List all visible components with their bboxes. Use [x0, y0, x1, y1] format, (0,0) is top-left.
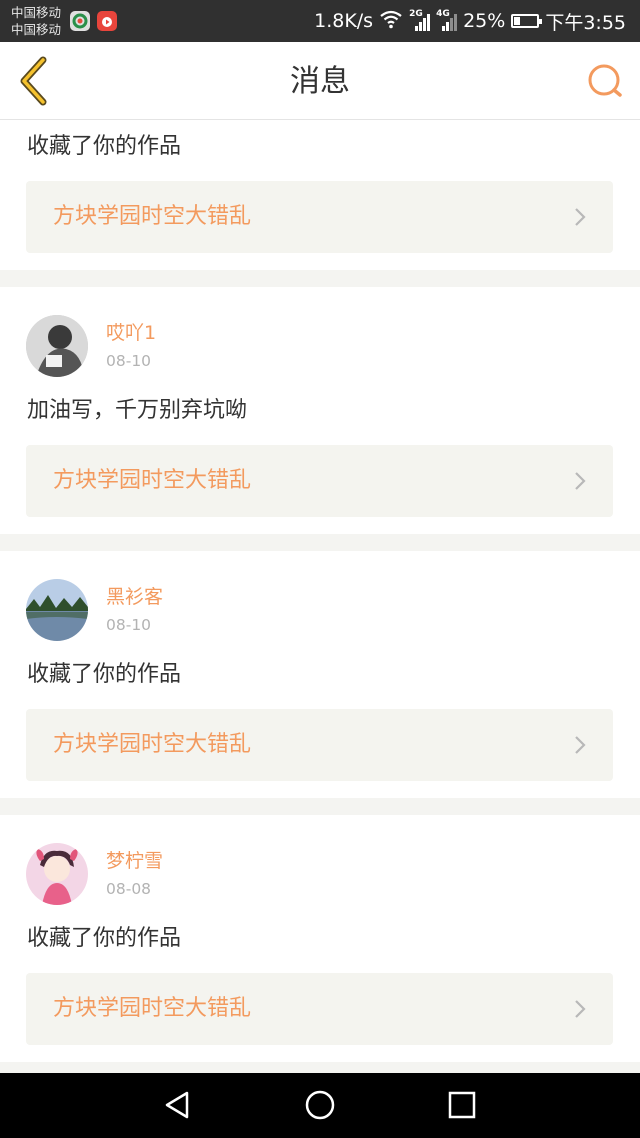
net-speed: 1.8K/s	[314, 10, 374, 32]
work-link[interactable]: 方块学园时空大错乱	[26, 709, 613, 781]
avatar[interactable]	[26, 315, 88, 377]
message-text: 加油写，千万别弃坑呦	[27, 398, 248, 423]
message-card: 收藏了你的作品 方块学园时空大错乱	[0, 120, 640, 270]
nav-back-button[interactable]	[160, 1087, 196, 1123]
page-title: 消息	[290, 64, 350, 99]
carrier-labels: 中国移动 中国移动	[11, 4, 61, 38]
card-divider	[0, 1062, 640, 1073]
work-link[interactable]: 方块学园时空大错乱	[26, 181, 613, 253]
chevron-right-icon	[573, 735, 587, 755]
recents-square-icon	[444, 1091, 480, 1127]
status-bar: 中国移动 中国移动 1.8K/s 2G 4G 25% 下午3:55	[0, 0, 640, 42]
back-triangle-icon	[160, 1091, 196, 1127]
message-date: 08-10	[106, 616, 152, 634]
work-title: 方块学园时空大错乱	[53, 468, 252, 493]
home-circle-icon	[302, 1090, 338, 1127]
work-title: 方块学园时空大错乱	[53, 996, 252, 1021]
message-text: 收藏了你的作品	[27, 134, 182, 159]
card-divider	[0, 798, 640, 815]
battery-percent: 25%	[463, 10, 506, 32]
signal-sim1-icon: 2G	[409, 9, 431, 31]
message-card: 哎吖1 08-10 加油写，千万别弃坑呦 方块学园时空大错乱	[0, 287, 640, 534]
message-list[interactable]: 收藏了你的作品 方块学园时空大错乱 哎吖1 08-10 加油写，千万别弃坑呦 方…	[0, 120, 640, 1073]
work-title: 方块学园时空大错乱	[53, 204, 252, 229]
sim2-tag: 4G	[436, 9, 450, 19]
message-date: 08-08	[106, 880, 152, 898]
battery-icon	[511, 14, 543, 28]
work-link[interactable]: 方块学园时空大错乱	[26, 973, 613, 1045]
title-bar: 消息	[0, 42, 640, 120]
carrier-2: 中国移动	[11, 22, 62, 37]
system-nav-bar	[0, 1073, 640, 1138]
message-date: 08-10	[106, 352, 152, 370]
message-text: 收藏了你的作品	[27, 926, 182, 951]
search-button[interactable]	[584, 60, 626, 102]
message-card: 梦柠雪 08-08 收藏了你的作品 方块学园时空大错乱	[0, 815, 640, 1062]
card-divider	[0, 270, 640, 287]
wifi-icon	[379, 9, 403, 34]
video-app-icon	[97, 11, 117, 31]
nav-recents-button[interactable]	[444, 1087, 480, 1123]
card-divider	[0, 534, 640, 551]
chevron-right-icon	[573, 207, 587, 227]
username[interactable]: 黑衫客	[106, 585, 163, 609]
username[interactable]: 哎吖1	[106, 321, 156, 345]
avatar[interactable]	[26, 579, 88, 641]
signal-sim2-icon: 4G	[436, 9, 458, 31]
search-icon	[584, 64, 626, 106]
avatar[interactable]	[26, 843, 88, 905]
sim1-tag: 2G	[409, 9, 423, 19]
message-text: 收藏了你的作品	[27, 662, 182, 687]
chevron-right-icon	[573, 471, 587, 491]
carrier-1: 中国移动	[11, 5, 62, 20]
message-card: 黑衫客 08-10 收藏了你的作品 方块学园时空大错乱	[0, 551, 640, 798]
nav-home-button[interactable]	[302, 1087, 338, 1123]
work-title: 方块学园时空大错乱	[53, 732, 252, 757]
chevron-right-icon	[573, 999, 587, 1019]
work-link[interactable]: 方块学园时空大错乱	[26, 445, 613, 517]
status-right: 1.8K/s 2G 4G 25% 下午3:55	[314, 0, 626, 42]
username[interactable]: 梦柠雪	[106, 849, 163, 873]
browser-app-icon	[70, 11, 90, 31]
clock: 下午3:55	[545, 11, 626, 34]
